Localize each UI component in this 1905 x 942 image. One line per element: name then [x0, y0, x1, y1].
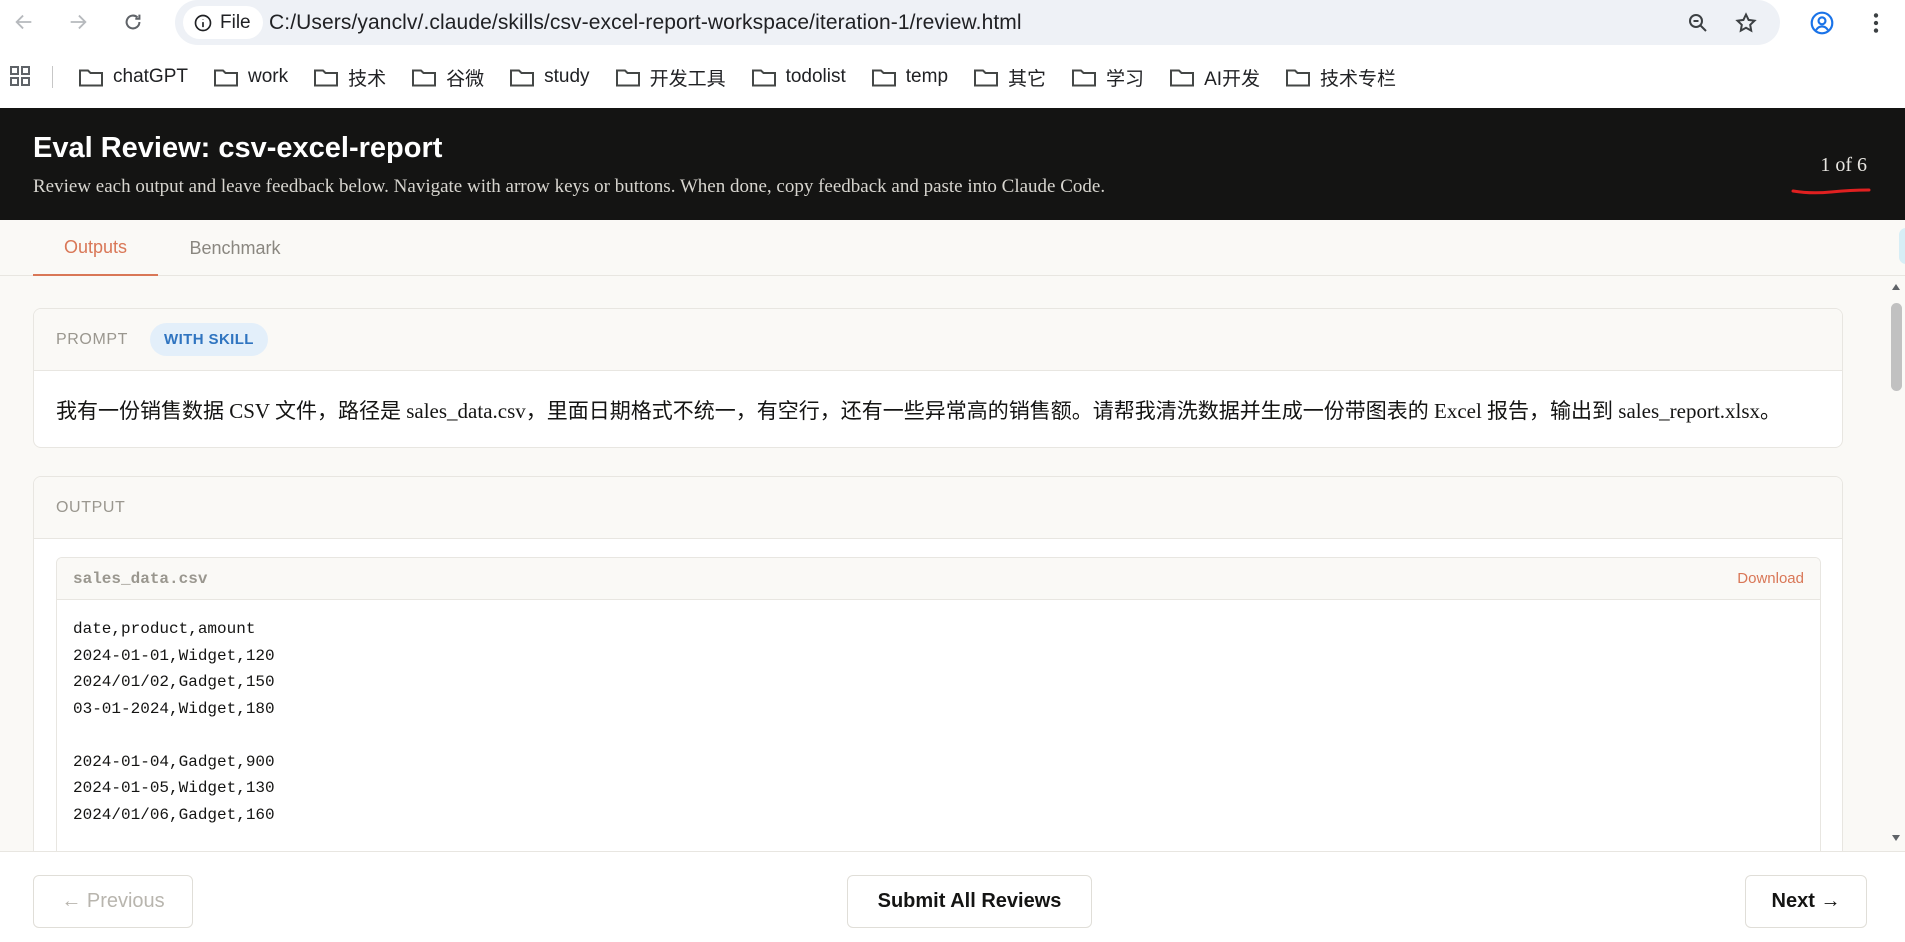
page-title: Eval Review: csv-excel-report — [33, 132, 443, 164]
red-underline-annotation — [1791, 188, 1871, 195]
csv-line: 2024/01/06,Gadget,160 — [73, 805, 275, 824]
bookmark-item[interactable]: study — [509, 66, 590, 88]
folder-icon — [1169, 66, 1195, 88]
bookmark-item[interactable]: 其它 — [973, 64, 1046, 91]
tab-outputs[interactable]: Outputs — [33, 220, 158, 276]
prompt-text: 我有一份销售数据 CSV 文件，路径是 sales_data.csv，里面日期格… — [56, 399, 1782, 423]
back-arrow-icon[interactable] — [8, 6, 40, 38]
site-info-chip[interactable]: File — [183, 6, 263, 39]
folder-icon — [1071, 66, 1097, 88]
bookmark-list: chatGPT work 技术 谷微 study 开发工具 todolist temp 其它 学习… — [78, 56, 1421, 98]
csv-line: 03-01-2024,Widget,180 — [73, 699, 275, 718]
file-name: sales_data.csv — [73, 569, 208, 588]
output-card: OUTPUT sales_data.csv Download date,prod… — [33, 476, 1843, 851]
scroll-down-arrow-icon[interactable] — [1891, 834, 1901, 842]
bookmark-label: 谷微 — [446, 68, 485, 90]
tab-benchmark[interactable]: Benchmark — [174, 220, 296, 276]
folder-icon — [871, 66, 897, 88]
prompt-card-header: PROMPT WITH SKILL — [34, 309, 1842, 371]
csv-line: 2024-01-01,Widget,120 — [73, 646, 275, 665]
folder-icon — [411, 66, 437, 88]
csv-line — [73, 722, 1804, 749]
bookmark-label: study — [544, 66, 590, 87]
zoom-icon[interactable] — [1683, 8, 1713, 38]
file-content: date,product,amount 2024-01-01,Widget,120… — [57, 600, 1820, 844]
bookmark-item[interactable]: work — [213, 66, 288, 88]
folder-icon — [509, 66, 535, 88]
bookmark-item[interactable]: 学习 — [1071, 64, 1144, 91]
folder-icon — [78, 66, 104, 88]
bookmark-item[interactable]: 谷微 — [411, 64, 484, 91]
bookmark-item[interactable]: AI开发 — [1169, 64, 1260, 91]
profile-icon[interactable] — [1806, 7, 1838, 39]
bookmark-label: chatGPT — [113, 66, 188, 87]
bookmark-label: 技术专栏 — [1320, 68, 1397, 90]
prompt-label: PROMPT — [56, 330, 129, 348]
bookmark-label: todolist — [785, 66, 846, 87]
scrollbar-thumb[interactable] — [1891, 303, 1902, 391]
next-button[interactable]: Next → — [1745, 875, 1867, 928]
scrollbar[interactable] — [1887, 276, 1905, 851]
bookmark-item[interactable]: 技术 — [313, 64, 386, 91]
bookmark-label: 其它 — [1008, 68, 1047, 90]
url-text[interactable]: C:/Users/yanclv/.claude/skills/csv-excel… — [269, 11, 1022, 35]
output-card-header: OUTPUT — [34, 477, 1842, 539]
folder-icon — [751, 66, 777, 88]
browser-chrome: File C:/Users/yanclv/.claude/skills/csv-… — [0, 0, 1905, 108]
reload-icon[interactable] — [117, 6, 149, 38]
scroll-up-arrow-icon[interactable] — [1891, 283, 1901, 291]
file-chip-label: File — [220, 11, 251, 33]
folder-icon — [313, 66, 339, 88]
bookmark-label: work — [247, 66, 289, 87]
tab-bar: Outputs Benchmark — [0, 220, 1905, 276]
side-panel-handle[interactable] — [1899, 228, 1905, 264]
download-link[interactable]: Download — [1737, 570, 1804, 587]
review-counter: 1 of 6 — [1820, 154, 1867, 176]
forward-arrow-icon[interactable] — [62, 6, 94, 38]
folder-icon — [973, 66, 999, 88]
csv-line: 2024-01-04,Gadget,900 — [73, 752, 275, 771]
page-subtitle: Review each output and leave feedback be… — [33, 176, 1106, 197]
bookmark-item[interactable]: chatGPT — [78, 66, 188, 88]
previous-button[interactable]: ← Previous — [33, 875, 193, 928]
apps-grid-icon[interactable] — [8, 64, 32, 88]
bookmark-label: temp — [905, 66, 949, 87]
footer-nav: ← Previous Submit All Reviews Next → — [0, 851, 1905, 942]
more-menu-icon[interactable] — [1860, 7, 1892, 39]
bookmark-item[interactable]: 开发工具 — [615, 64, 726, 91]
bookmark-label: 学习 — [1106, 68, 1145, 90]
folder-icon — [1285, 66, 1311, 88]
file-preview-header: sales_data.csv Download — [57, 558, 1820, 600]
bookmarks-divider — [52, 66, 53, 88]
info-icon — [194, 14, 212, 31]
folder-icon — [615, 66, 641, 88]
bookmark-item[interactable]: 技术专栏 — [1285, 64, 1396, 91]
csv-line: 2024/01/02,Gadget,150 — [73, 673, 275, 691]
submit-all-reviews-button[interactable]: Submit All Reviews — [847, 875, 1092, 928]
prompt-card: PROMPT WITH SKILL 我有一份销售数据 CSV 文件，路径是 sa… — [33, 308, 1843, 448]
bookmark-star-icon[interactable] — [1731, 8, 1761, 38]
main-content: PROMPT WITH SKILL 我有一份销售数据 CSV 文件，路径是 sa… — [0, 276, 1905, 851]
bookmark-item[interactable]: temp — [871, 66, 948, 88]
bookmarks-bar: chatGPT work 技术 谷微 study 开发工具 todolist temp 其它 学习… — [0, 56, 1905, 98]
bookmark-label: AI开发 — [1204, 68, 1261, 90]
csv-line: date,product,amount — [73, 620, 256, 638]
with-skill-badge: WITH SKILL — [150, 323, 268, 356]
csv-line: 2024-01-05,Widget,130 — [73, 779, 275, 797]
app-header: Eval Review: csv-excel-report Review eac… — [0, 108, 1905, 220]
output-label: OUTPUT — [56, 498, 126, 516]
address-bar[interactable]: File C:/Users/yanclv/.claude/skills/csv-… — [175, 0, 1780, 45]
folder-icon — [213, 66, 239, 88]
file-preview: sales_data.csv Download date,product,amo… — [56, 557, 1821, 851]
bookmark-label: 技术 — [348, 68, 387, 90]
bookmark-label: 开发工具 — [649, 68, 726, 90]
bookmark-item[interactable]: todolist — [751, 66, 846, 88]
